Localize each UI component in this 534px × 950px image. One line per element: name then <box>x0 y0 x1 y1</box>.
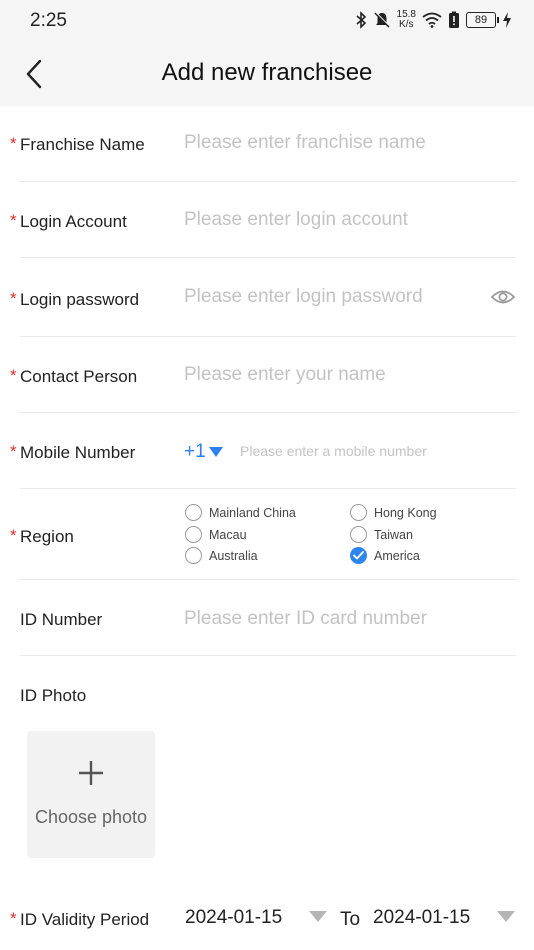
validity-end-date[interactable]: 2024-01-15 <box>373 907 470 929</box>
region-option-label: Mainland China <box>209 505 296 520</box>
franchise-name-row: * Franchise Name <box>0 106 534 182</box>
required-mark: * <box>10 909 17 928</box>
caret-down-icon <box>208 447 223 457</box>
radio-unchecked-icon <box>350 504 367 521</box>
login-password-label: Login password <box>20 290 140 309</box>
divider <box>20 655 516 656</box>
page-title: Add new franchisee <box>161 59 373 86</box>
required-mark: * <box>10 211 17 230</box>
status-bar: 2:25 15.8 K/s 89 <box>0 0 534 42</box>
region-option-america[interactable]: America <box>350 547 420 564</box>
required-mark: * <box>10 526 17 545</box>
region-option-australia[interactable]: Australia <box>185 547 258 564</box>
mobile-number-input[interactable] <box>240 443 510 459</box>
region-option-macau[interactable]: Macau <box>185 526 247 543</box>
franchise-name-label: Franchise Name <box>20 135 145 154</box>
region-option-label: Taiwan <box>374 527 413 542</box>
wifi-icon <box>422 12 442 28</box>
region-option-label: Hong Kong <box>374 505 437 520</box>
charging-icon <box>503 12 511 28</box>
to-label: To <box>340 909 361 930</box>
radio-checked-icon <box>350 547 367 564</box>
status-time: 2:25 <box>30 10 67 31</box>
id-number-row: ID Number <box>0 580 534 656</box>
region-option-mainland-china[interactable]: Mainland China <box>185 504 296 521</box>
contact-person-label: Contact Person <box>20 367 138 386</box>
radio-unchecked-icon <box>185 526 202 543</box>
validity-start-date[interactable]: 2024-01-15 <box>185 907 282 929</box>
password-visibility-toggle[interactable] <box>490 287 516 307</box>
bluetooth-icon <box>356 11 366 29</box>
franchise-name-input[interactable] <box>184 132 504 154</box>
battery-indicator: 89 <box>466 12 499 28</box>
region-option-taiwan[interactable]: Taiwan <box>350 526 413 543</box>
region-option-label: Australia <box>209 548 258 563</box>
required-mark: * <box>10 289 17 308</box>
country-code-selector[interactable]: +1 <box>184 441 224 463</box>
id-validity-label: ID Validity Period <box>20 910 150 929</box>
mobile-number-label: Mobile Number <box>20 443 136 462</box>
region-row: * Region Mainland China Hong Kong Macau … <box>0 489 534 580</box>
login-account-row: * Login Account <box>0 182 534 258</box>
net-speed-unit: K/s <box>399 19 414 30</box>
choose-photo-button[interactable]: Choose photo <box>27 731 155 858</box>
region-option-label: America <box>374 548 420 563</box>
login-account-input[interactable] <box>184 209 504 231</box>
eye-icon <box>490 290 516 304</box>
contact-person-input[interactable] <box>184 364 504 386</box>
status-icons: 15.8 K/s 89 <box>355 10 512 30</box>
plus-icon <box>79 761 103 785</box>
app-header: Add new franchisee <box>0 42 534 106</box>
country-code-value: +1 <box>184 441 206 462</box>
region-label: Region <box>20 527 74 546</box>
checkmark-icon <box>353 551 364 560</box>
login-password-row: * Login password <box>0 258 534 337</box>
start-date-caret-icon[interactable] <box>309 911 327 922</box>
mute-icon <box>373 11 390 28</box>
radio-unchecked-icon <box>185 547 202 564</box>
contact-person-row: * Contact Person <box>0 337 534 413</box>
id-photo-label: ID Photo <box>20 686 87 705</box>
required-mark: * <box>10 134 17 153</box>
required-mark: * <box>10 442 17 461</box>
end-date-caret-icon[interactable] <box>497 911 515 922</box>
required-mark: * <box>10 366 17 385</box>
id-number-label: ID Number <box>20 610 103 629</box>
id-number-input[interactable] <box>184 608 504 630</box>
login-password-input[interactable] <box>184 286 484 308</box>
net-speed: 15.8 K/s <box>397 10 416 30</box>
radio-unchecked-icon <box>350 526 367 543</box>
region-option-label: Macau <box>209 527 247 542</box>
battery-alert-icon <box>449 11 459 28</box>
region-option-hong-kong[interactable]: Hong Kong <box>350 504 437 521</box>
mobile-number-row: * Mobile Number +1 <box>0 413 534 489</box>
login-account-label: Login Account <box>20 212 127 231</box>
radio-unchecked-icon <box>185 504 202 521</box>
choose-photo-label: Choose photo <box>34 807 148 827</box>
